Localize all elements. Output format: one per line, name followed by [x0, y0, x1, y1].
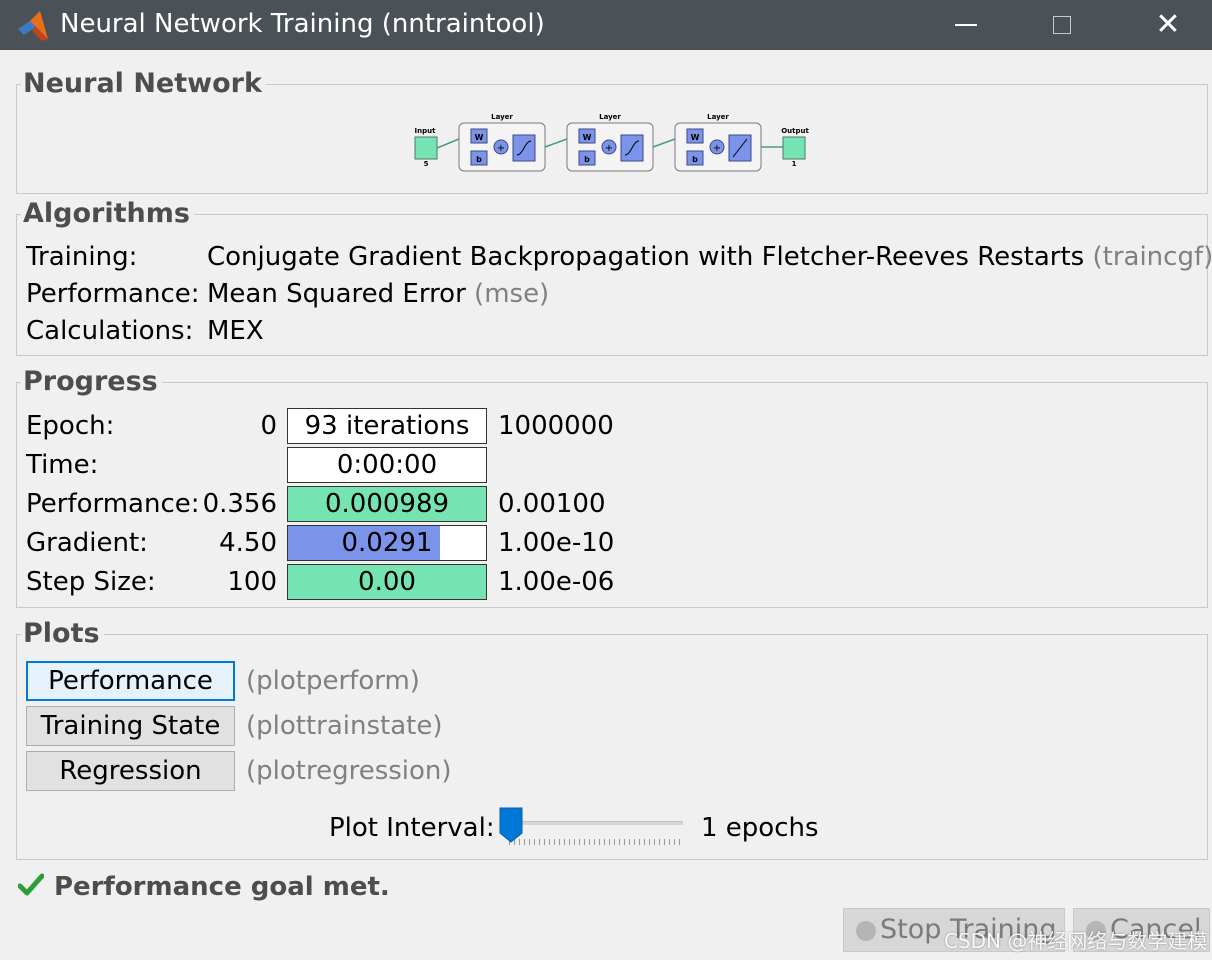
- plot-regression-fn: (plotregression): [246, 756, 452, 786]
- neural-network-panel: Neural Network Input 5 Layer W b + 6 Lay…: [16, 69, 1208, 194]
- plot-performance-fn: (plotperform): [246, 666, 420, 696]
- svg-text:b: b: [692, 155, 698, 164]
- performance-value: Mean Squared Error (mse): [207, 279, 550, 309]
- close-button[interactable]: ✕: [1142, 0, 1194, 50]
- training-value: Conjugate Gradient Backpropagation with …: [207, 242, 1212, 272]
- progress-row-gradient: Gradient: 4.50 0.0291 1.00e-10: [17, 525, 1207, 561]
- plot-regression-button[interactable]: Regression: [26, 751, 235, 791]
- layer-2-block: Layer W b + 40: [566, 113, 654, 172]
- calculations-label: Calculations:: [26, 316, 194, 346]
- close-icon: ✕: [1155, 7, 1181, 42]
- svg-text:W: W: [691, 133, 700, 142]
- svg-text:+: +: [713, 143, 721, 154]
- svg-text:b: b: [584, 155, 590, 164]
- input-node: [414, 136, 438, 160]
- layer-3-block: Layer W b + 1: [674, 113, 762, 172]
- panel-title-network: Neural Network: [21, 69, 266, 99]
- svg-text:b: b: [476, 155, 482, 164]
- step-size-progress-bar: 0.00: [287, 564, 487, 600]
- panel-title-plots: Plots: [21, 619, 104, 649]
- algorithms-panel: Algorithms Training: Conjugate Gradient …: [16, 199, 1212, 356]
- plot-interval-label: Plot Interval:: [329, 813, 495, 843]
- watermark: CSDN @神经网络与数学建模: [944, 929, 1208, 953]
- minimize-button[interactable]: [940, 0, 992, 50]
- epoch-progress-bar: 93 iterations: [287, 408, 487, 444]
- maximize-button[interactable]: [1036, 0, 1088, 50]
- panel-title-progress: Progress: [21, 367, 162, 397]
- gradient-progress-bar: 0.0291: [287, 525, 487, 561]
- layer-1-block: Layer W b + 6: [458, 113, 546, 172]
- performance-code: (mse): [474, 279, 550, 309]
- matlab-logo-icon: [18, 11, 48, 41]
- output-node: [782, 136, 806, 160]
- layer-2-label: Layer: [599, 113, 621, 121]
- plot-interval-slider[interactable]: [499, 807, 685, 851]
- check-icon: [18, 873, 44, 896]
- input-size: 5: [424, 160, 429, 168]
- slider-thumb[interactable]: [499, 807, 523, 843]
- performance-progress-bar: 0.000989: [287, 486, 487, 522]
- slider-track: [501, 821, 683, 825]
- svg-text:W: W: [583, 133, 592, 142]
- network-diagram: Input 5 Layer W b + 6 Layer W b: [414, 113, 809, 172]
- progress-row-time: Time: 0:00:00: [17, 447, 1207, 483]
- window-title: Neural Network Training (nntraintool): [60, 9, 545, 39]
- progress-row-step-size: Step Size: 100 0.00 1.00e-06: [17, 564, 1207, 600]
- progress-row-epoch: Epoch: 0 93 iterations 1000000: [17, 408, 1207, 444]
- plot-training-state-button[interactable]: Training State: [26, 706, 235, 746]
- progress-panel: Progress Epoch: 0 93 iterations 1000000 …: [16, 367, 1208, 608]
- plots-panel: Plots Performance (plotperform) Training…: [16, 619, 1208, 860]
- performance-label: Performance:: [26, 279, 200, 309]
- layer-3-label: Layer: [707, 113, 729, 121]
- svg-text:+: +: [605, 143, 613, 154]
- minimize-icon: [955, 24, 977, 26]
- stop-icon: [856, 921, 876, 941]
- output-size: 1: [792, 160, 797, 168]
- output-label: Output: [781, 127, 809, 135]
- input-label: Input: [415, 127, 437, 135]
- slider-ticks: [509, 839, 683, 845]
- svg-text:+: +: [497, 143, 505, 154]
- panel-title-algorithms: Algorithms: [21, 199, 194, 229]
- maximize-icon: [1053, 16, 1071, 34]
- status-text: Performance goal met.: [54, 872, 390, 902]
- calculations-value: MEX: [207, 316, 264, 346]
- time-progress-bar: 0:00:00: [287, 447, 487, 483]
- svg-text:W: W: [475, 133, 484, 142]
- progress-row-performance: Performance: 0.356 0.000989 0.00100: [17, 486, 1207, 522]
- plot-training-state-fn: (plottrainstate): [246, 711, 443, 741]
- layer-1-label: Layer: [491, 113, 513, 121]
- title-bar: Neural Network Training (nntraintool) ✕: [0, 0, 1212, 50]
- plot-interval-value: 1 epochs: [701, 813, 819, 843]
- training-code: (traincgf): [1092, 242, 1212, 272]
- training-label: Training:: [26, 242, 138, 272]
- plot-performance-button[interactable]: Performance: [26, 661, 235, 701]
